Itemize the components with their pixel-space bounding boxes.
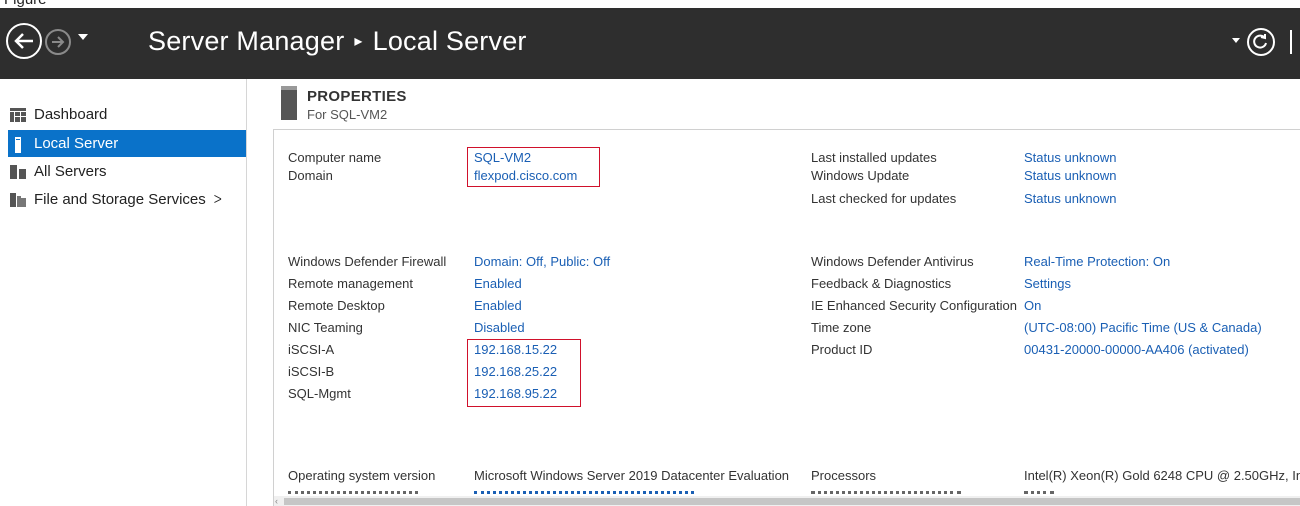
prop-value-link[interactable]: Enabled — [474, 298, 522, 314]
history-dropdown-icon[interactable] — [78, 34, 88, 40]
breadcrumb: Server Manager ▸ Local Server — [148, 26, 527, 57]
server-icon — [10, 136, 26, 153]
prop-value-link[interactable]: Status unknown — [1024, 168, 1117, 184]
refresh-icon — [1253, 34, 1267, 49]
properties-panel: Computer name SQL-VM2 Domain flexpod.cis… — [273, 129, 1300, 506]
breadcrumb-separator-icon: ▸ — [354, 33, 363, 50]
clipped-row-hint — [1024, 486, 1084, 494]
refresh-dropdown-icon[interactable] — [1232, 38, 1240, 43]
prop-label: iSCSI-A — [288, 342, 335, 357]
prop-label: Operating system version — [288, 468, 436, 483]
highlight-box-computer — [467, 147, 600, 187]
highlight-box-ip — [467, 339, 581, 407]
breadcrumb-app[interactable]: Server Manager — [148, 26, 344, 56]
scrollbar-thumb[interactable] — [284, 498, 1300, 505]
main-content: PROPERTIES For SQL-VM2 Computer name SQL… — [248, 79, 1300, 506]
dashboard-icon — [10, 107, 26, 122]
prop-value-link[interactable]: Enabled — [474, 276, 522, 292]
prop-label: iSCSI-B — [288, 364, 335, 379]
horizontal-scrollbar[interactable]: ‹ — [274, 496, 1300, 506]
sidebar: Dashboard Local Server All Servers File … — [0, 79, 247, 506]
prop-value-link[interactable]: On — [1024, 298, 1041, 314]
storage-icon — [10, 192, 26, 207]
scroll-left-icon[interactable]: ‹ — [275, 496, 278, 506]
clipped-row-hint — [811, 486, 991, 494]
prop-label: NIC Teaming — [288, 320, 363, 335]
prop-label: Last installed updates — [811, 150, 937, 165]
forward-arrow-icon — [52, 36, 65, 48]
prop-label: Product ID — [811, 342, 873, 357]
prop-value-link[interactable]: Real-Time Protection: On — [1024, 254, 1170, 270]
prop-label: Last checked for updates — [811, 191, 957, 206]
clipped-row-hint — [288, 486, 468, 494]
prop-value-link[interactable]: Status unknown — [1024, 191, 1117, 207]
prop-value: Intel(R) Xeon(R) Gold 6248 CPU @ 2.50GHz… — [1024, 468, 1300, 483]
sidebar-item-label: Local Server — [34, 135, 119, 152]
prop-value-link[interactable]: Disabled — [474, 320, 525, 336]
prop-label: Windows Defender Antivirus — [811, 254, 974, 269]
properties-icon — [281, 86, 297, 120]
prop-value-link[interactable]: Status unknown — [1024, 150, 1117, 166]
prop-label: Windows Defender Firewall — [288, 254, 447, 269]
sidebar-item-dashboard[interactable]: Dashboard — [8, 101, 246, 128]
caption-strip: Figure — [0, 0, 1300, 8]
clipped-row-hint — [474, 486, 724, 494]
prop-label: Remote Desktop — [288, 298, 385, 313]
prop-label: Windows Update — [811, 168, 910, 183]
sidebar-item-label: All Servers — [34, 163, 107, 180]
prop-label: Computer name — [288, 150, 382, 165]
prop-label: IE Enhanced Security Configuration — [811, 298, 1017, 313]
expand-arrow-icon[interactable]: ᐳ — [214, 193, 222, 206]
caption-text: Figure — [4, 0, 47, 8]
sidebar-item-label: File and Storage Services — [34, 191, 206, 208]
prop-label: SQL-Mgmt — [288, 386, 351, 401]
title-bar: Server Manager ▸ Local Server — [0, 8, 1300, 79]
prop-value-link[interactable]: (UTC-08:00) Pacific Time (US & Canada) — [1024, 320, 1262, 336]
prop-label: Time zone — [811, 320, 872, 335]
back-arrow-icon — [14, 33, 33, 49]
title-divider — [1290, 30, 1292, 54]
back-button[interactable] — [6, 23, 42, 59]
prop-value-link[interactable]: Domain: Off, Public: Off — [474, 254, 610, 270]
sidebar-item-local-server[interactable]: Local Server — [8, 130, 246, 157]
sidebar-item-all-servers[interactable]: All Servers — [8, 158, 246, 185]
prop-label: Remote management — [288, 276, 414, 291]
prop-label: Feedback & Diagnostics — [811, 276, 952, 291]
forward-button[interactable] — [45, 29, 71, 55]
prop-value: Microsoft Windows Server 2019 Datacenter… — [474, 468, 790, 483]
sidebar-item-label: Dashboard — [34, 106, 108, 123]
refresh-button[interactable] — [1247, 28, 1275, 56]
breadcrumb-page: Local Server — [372, 26, 527, 56]
prop-label: Domain — [288, 168, 333, 183]
servers-icon — [10, 164, 26, 179]
prop-label: Processors — [811, 468, 877, 483]
properties-subheading: For SQL-VM2 — [307, 107, 388, 122]
sidebar-item-file-storage[interactable]: File and Storage Services ᐳ — [8, 186, 246, 213]
prop-value-link[interactable]: Settings — [1024, 276, 1071, 292]
properties-heading: PROPERTIES — [307, 88, 407, 105]
prop-value-link[interactable]: 00431-20000-00000-AA406 (activated) — [1024, 342, 1249, 358]
